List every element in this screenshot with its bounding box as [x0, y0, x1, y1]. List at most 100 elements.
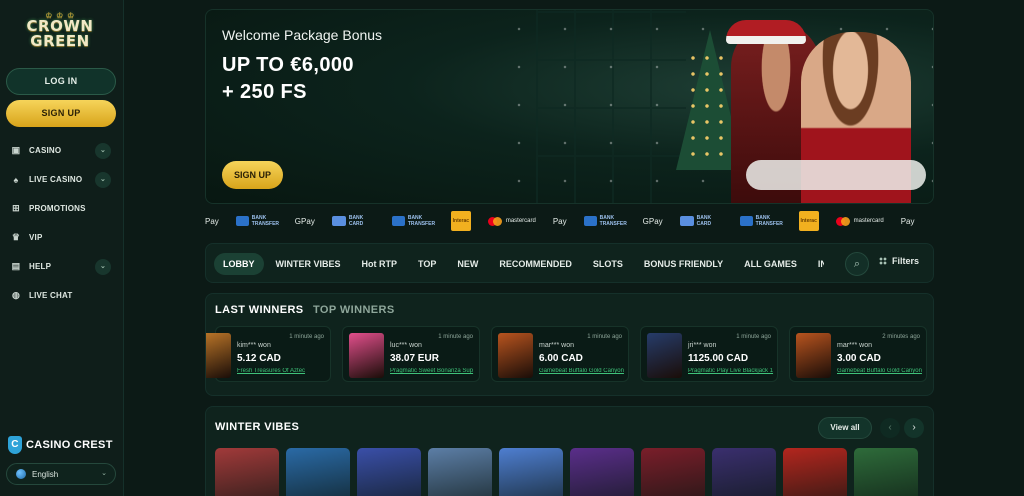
game-tile-dwarf-game[interactable]	[854, 448, 918, 496]
chevron-down-icon[interactable]: ⌄	[95, 259, 111, 275]
payment-method-mc: mastercard	[835, 211, 884, 231]
game-tile-santa-game[interactable]	[215, 448, 279, 496]
bank-icon	[739, 216, 753, 226]
shield-icon: C	[8, 436, 22, 454]
game-tile-santa-hat-game[interactable]	[641, 448, 705, 496]
sidebar-item-label: LIVE CASINO	[29, 175, 83, 184]
language-label: English	[32, 469, 59, 479]
winner-card[interactable]: 1 minute ago kim*** won 5.12 CAD Fresh Trea…	[206, 326, 331, 382]
carousel-next-button[interactable]: ›	[904, 418, 924, 438]
game-tile-santa-snow-game[interactable]	[499, 448, 563, 496]
winners-list: 1 minute ago kim*** won 5.12 CAD Fresh Trea…	[206, 326, 933, 382]
sidebar: ♔ ♔ ♔ CROWN GREEN LOG IN SIGN UP ▣ CASIN…	[0, 0, 124, 496]
winner-game-link[interactable]: Fresh Treasures Of Aztec	[237, 368, 325, 374]
hero-banner[interactable]: Welcome Package Bonus UP TO €6,000 + 250…	[205, 9, 934, 204]
tab-lobby[interactable]: LOBBY	[214, 253, 264, 275]
login-button[interactable]: LOG IN	[6, 68, 116, 95]
tab-slots[interactable]: SLOTS	[584, 253, 632, 275]
brand-logo[interactable]: ♔ ♔ ♔ CROWN GREEN	[18, 12, 102, 50]
payment-label: Pay	[900, 216, 915, 226]
game-thumbnail[interactable]	[349, 333, 384, 378]
chevron-right-icon: ›	[912, 422, 916, 433]
payment-method-apple: Pay	[553, 211, 567, 231]
game-thumbnail[interactable]	[647, 333, 682, 378]
game-thumbnail[interactable]	[498, 333, 533, 378]
payment-method-card: BANK CARD	[331, 211, 375, 231]
winner-game-link[interactable]: Gamebeat Buffalo Gold Canyon	[539, 368, 627, 374]
tab-all-games[interactable]: ALL GAMES	[735, 253, 806, 275]
winner-user: mar*** won	[837, 342, 873, 349]
bank-icon	[235, 216, 249, 226]
payment-label: BANK TRANSFER	[755, 215, 783, 227]
sidebar-item-live-chat[interactable]: ◍ LIVE CHAT	[0, 281, 124, 310]
tab-top-winners[interactable]: TOP WINNERS	[313, 304, 395, 316]
tab-winter-vibes[interactable]: WINTER VIBES	[267, 253, 350, 275]
category-tabs: LOBBY WINTER VIBES Hot RTP TOP NEW RECOMMENDE…	[214, 253, 824, 275]
winner-game-link[interactable]: Pragmatic Play Live Blackjack 1	[688, 368, 776, 374]
winner-user: luc*** won	[390, 342, 422, 349]
signup-button[interactable]: SIGN UP	[6, 100, 116, 127]
chevron-down-icon[interactable]: ⌄	[95, 143, 111, 159]
tab-new[interactable]: NEW	[448, 253, 487, 275]
game-thumbnail[interactable]	[206, 333, 231, 378]
winner-time: 1 minute ago	[587, 334, 622, 340]
hero-signup-button[interactable]: SIGN UP	[222, 161, 283, 189]
winner-amount: 38.07 EUR	[390, 353, 439, 364]
filters-button[interactable]: Filters	[879, 256, 919, 266]
payment-method-bank: BANK TRANSFER	[583, 211, 627, 231]
gift-icon: ⊞	[12, 203, 20, 213]
payment-method-interac: Interac	[798, 211, 819, 231]
game-tile-polar-bear-game[interactable]	[428, 448, 492, 496]
tab-bonus-friendly[interactable]: BONUS FRIENDLY	[635, 253, 732, 275]
sidebar-item-help[interactable]: ▤ HELP ⌄	[0, 252, 124, 281]
hero-title: UP TO €6,000 + 250 FS	[222, 52, 482, 106]
chevron-down-icon[interactable]: ⌄	[95, 172, 111, 188]
mastercard-icon	[835, 216, 850, 226]
game-tile-ice-game[interactable]	[286, 448, 350, 496]
casino-crest-badge[interactable]: C CASINO CREST	[8, 436, 113, 454]
sidebar-item-casino[interactable]: ▣ CASINO ⌄	[0, 136, 124, 165]
language-selector[interactable]: English ⌄	[6, 463, 116, 485]
winner-user: jri*** won	[688, 342, 717, 349]
winner-game-link[interactable]: Gamebeat Buffalo Gold Canyon	[837, 368, 925, 374]
winner-game-link[interactable]: Pragmatic Sweet Bonanza Sup	[390, 368, 478, 374]
sidebar-item-label: PROMOTIONS	[29, 204, 86, 213]
payment-label: BANK TRANSFER	[251, 215, 280, 227]
hero-subtitle: Welcome Package Bonus	[222, 27, 383, 43]
tab-recommended[interactable]: RECOMMENDED	[490, 253, 581, 275]
tab-last-winners[interactable]: LAST WINNERS	[215, 304, 304, 316]
winner-card[interactable]: 1 minute ago luc*** won 38.07 EUR Pragmatic…	[342, 326, 480, 382]
carousel-prev-button[interactable]: ‹	[880, 418, 900, 438]
globe-icon	[16, 469, 26, 479]
bank-icon	[331, 216, 346, 226]
game-tile-wolf-game[interactable]	[712, 448, 776, 496]
tab-top[interactable]: TOP	[409, 253, 445, 275]
payment-label: BANK TRANSFER	[599, 215, 627, 227]
game-tile-elf-game[interactable]	[783, 448, 847, 496]
sidebar-item-live-casino[interactable]: ♠ LIVE CASINO ⌄	[0, 165, 124, 194]
search-button[interactable]: ⌕	[845, 252, 869, 276]
winner-card[interactable]: 2 minutes ago mar*** won 3.00 CAD Gamebeat …	[789, 326, 927, 382]
winter-vibes-section: WINTER VIBES View all ‹ ›	[205, 406, 934, 496]
payment-label: mastercard	[853, 218, 884, 224]
tree-lights-image	[686, 50, 736, 160]
sidebar-item-promotions[interactable]: ⊞ PROMOTIONS	[0, 194, 124, 223]
view-all-button[interactable]: View all	[818, 417, 872, 439]
crown-icon: ♛	[11, 232, 21, 242]
winner-card[interactable]: 1 minute ago mar*** won 6.00 CAD Gamebeat B…	[491, 326, 629, 382]
logo-line-2: GREEN	[30, 32, 90, 50]
winner-card[interactable]: 1 minute ago jri*** won 1125.00 CAD Pragmat…	[640, 326, 778, 382]
payment-method-bank: BANK TRANSFER	[739, 211, 783, 231]
tab-instant[interactable]: INSTANT	[809, 253, 824, 275]
game-thumbnail[interactable]	[796, 333, 831, 378]
payment-method-bank: BANK TRANSFER	[391, 211, 435, 231]
sidebar-item-vip[interactable]: ♛ VIP	[0, 223, 124, 252]
game-tile-ninja-game[interactable]	[570, 448, 634, 496]
section-title: WINTER VIBES	[215, 421, 300, 433]
payment-method-apple: Pay	[205, 211, 219, 231]
payment-method-gpay: G Pay	[295, 211, 315, 231]
game-tile-mini-gems-game[interactable]	[357, 448, 421, 496]
tab-hot-rtp[interactable]: Hot RTP	[353, 253, 407, 275]
page-margin	[940, 0, 1024, 496]
game-carousel	[215, 448, 925, 496]
